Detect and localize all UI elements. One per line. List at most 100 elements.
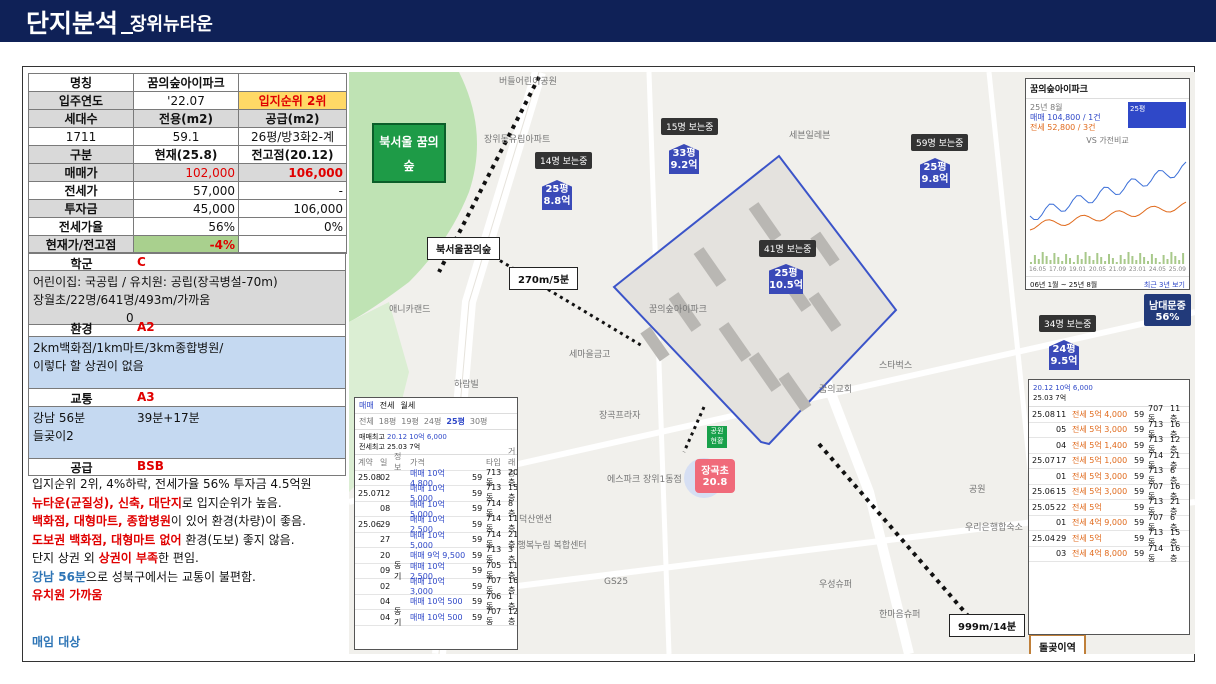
- inset-left-size[interactable]: 24평: [424, 416, 442, 427]
- school-marker[interactable]: 장곡초 20.8: [695, 459, 735, 493]
- inset-left-cell: 04: [380, 612, 391, 622]
- inset-left-cell: 02: [380, 473, 391, 483]
- inset-chart-footer-right[interactable]: 최근 3년 보기: [1144, 280, 1185, 289]
- inset-left-size[interactable]: 30평: [470, 416, 488, 427]
- inset-left-size[interactable]: 18평: [379, 416, 397, 427]
- marker-badge-2: 15명 보는중: [661, 118, 719, 135]
- inset-left-cell: 59: [472, 566, 483, 576]
- info-row: 전세가율 56% 0%: [28, 217, 347, 236]
- inset-left-cell: 59: [472, 550, 483, 560]
- inset-left-sizes[interactable]: 전체 18평 19평 24평 25평 30평: [355, 414, 517, 430]
- inset-left-tab[interactable]: 매매: [359, 400, 374, 411]
- inset-left-tabs[interactable]: 매매 전세 월세: [355, 398, 517, 414]
- inset-left-tab[interactable]: 전세: [380, 400, 395, 411]
- complex-boundary: [612, 154, 898, 446]
- inset-chart-title: 꿈의숲아이파크: [1026, 79, 1189, 99]
- traffic-body: 강남 56분 39분+17분 들곶이2: [28, 407, 346, 459]
- inset-left-size[interactable]: 25평: [446, 416, 465, 427]
- traffic-detail: 39분+17분: [137, 411, 200, 425]
- volume-bar: [1111, 258, 1114, 264]
- summary-text-2: 로 입지순위가 높음.: [181, 495, 282, 510]
- inset-left-size[interactable]: 전체: [359, 416, 374, 427]
- volume-bar: [1045, 256, 1048, 264]
- info-cell: 투자금: [28, 199, 134, 218]
- inset-right-cell: 59: [1134, 409, 1145, 419]
- volume-bar: [1072, 262, 1075, 264]
- inset-left-cell: 매매 10억 5,000: [410, 530, 445, 550]
- info-cell: 0%: [238, 217, 347, 236]
- park-gate-marker: 공원 현황: [707, 426, 727, 448]
- complex-info-table: 명칭 꿈의숲아이파크 입주연도 '22.07 입지순위 2위 세대수 전용(m2) 공급(m2…: [28, 73, 347, 254]
- inset-right-cell: 25.04: [1032, 533, 1055, 543]
- volume-bar: [1104, 261, 1107, 264]
- inset-right-row[interactable]: 03 전세 4억 8,000 59 714동 16층: [1029, 544, 1189, 563]
- inset-chart-filter[interactable]: 25평: [1128, 102, 1186, 128]
- info-row: 1711 59.1 26평/방3화2-계: [28, 127, 347, 146]
- info-cell: 106,000: [238, 163, 347, 182]
- environment-header: 환경 A2: [28, 318, 346, 337]
- map-place-label: 에스파크 장위1동점: [607, 475, 682, 485]
- inset-right-cell: 05: [1056, 425, 1067, 435]
- volume-bar: [1049, 260, 1052, 264]
- inset-left-cell: 매매 10억 500: [410, 612, 463, 622]
- info-cell: 1711: [28, 127, 134, 146]
- inset-right-cell: 25.08: [1032, 409, 1055, 419]
- page-header: 단지분석 장위뉴타운: [0, 0, 1216, 42]
- environment-label: 환경: [70, 322, 93, 336]
- park-area: [349, 72, 477, 322]
- marker-badge-5: 34명 보는중: [1039, 315, 1097, 332]
- school-marker-name: 장곡초: [701, 466, 729, 477]
- volume-bar: [1030, 262, 1032, 264]
- inset-left-row[interactable]: 04 동기 매매 10억 500 59 707동 12층: [355, 607, 518, 627]
- jeonse-transactions-inset: 20.12 10억 6,000 25.03 7억 25.08 11 전세 5억 4,…: [1028, 379, 1190, 635]
- volume-bar: [1131, 256, 1134, 264]
- info-row: 입주연도 '22.07 입지순위 2위: [28, 91, 347, 110]
- info-cell: 56%: [133, 217, 239, 236]
- volume-bar: [1154, 258, 1157, 264]
- info-cell: 45,000: [133, 199, 239, 218]
- summary-text-6: 으로 성북구에서는 교통이 불편함.: [86, 569, 256, 584]
- location-map[interactable]: 북서울 꿈의숲 북서울꿈의숲 270m/5분 999m/14분 돌곶이역 14명…: [349, 72, 1195, 654]
- info-row: 명칭 꿈의숲아이파크: [28, 73, 347, 92]
- marker-badge-4: 41명 보는중: [759, 240, 817, 257]
- station-name: 돌곶이역: [1029, 634, 1086, 654]
- traffic-station: 들곶이2: [33, 429, 74, 443]
- summary-highlight-4: 도보권 백화점, 대형마트 없어: [32, 532, 182, 547]
- inset-xaxis-tick: 20.05: [1088, 266, 1107, 273]
- volume-bar: [1115, 262, 1118, 264]
- map-place-label: GS25: [604, 577, 629, 587]
- inset-left-size[interactable]: 19평: [401, 416, 419, 427]
- summary-highlight-3: 백화점, 대형마트, 종합병원: [32, 514, 171, 528]
- inset-right-cell: 전세 5억: [1072, 533, 1102, 543]
- info-cell: 꿈의숲아이파크: [133, 73, 239, 92]
- environment-line-1: 2km백화점/1km마트/3km종합병원/: [33, 341, 224, 355]
- inset-right-cell: 04: [1056, 440, 1067, 450]
- inset-left-cell: 59: [472, 504, 483, 514]
- volume-bar: [1170, 252, 1173, 264]
- volume-bar: [1158, 262, 1161, 264]
- inset-right-cell: 전세 5억 1,000: [1072, 456, 1128, 466]
- inset-left-cell: 02: [380, 581, 391, 591]
- inset-right-cell: 전세 5억 1,400: [1072, 440, 1128, 450]
- inset-left-recent-label: 전세최고: [359, 443, 385, 451]
- info-cell: 59.1: [133, 127, 239, 146]
- inset-left-cell: 12층: [508, 607, 518, 627]
- inset-left-cell: 매매 10억 500: [410, 597, 463, 607]
- jeonse-series-line: [1029, 201, 1187, 231]
- volume-bar: [1135, 260, 1138, 264]
- inset-left-tab[interactable]: 월세: [400, 400, 415, 411]
- marker-price-1: 8.8억: [543, 196, 571, 207]
- info-row: 전세가 57,000-: [28, 181, 347, 200]
- inset-chart-legend: VS 가전비교: [1086, 136, 1129, 145]
- info-cell: '22.07: [133, 91, 239, 110]
- volume-bar: [1143, 257, 1146, 264]
- map-place-label: 꿈의교회: [819, 385, 853, 395]
- inset-right-cell: 59: [1134, 502, 1145, 512]
- inset-right-cell: 59: [1134, 471, 1145, 481]
- info-cell: -: [238, 181, 347, 200]
- volume-bar: [1100, 257, 1103, 264]
- summary-text-4: 환경(도보) 좋지 않음.: [181, 532, 295, 547]
- inset-right-cell: 전세 5억: [1072, 502, 1102, 512]
- volume-bar: [1069, 258, 1071, 264]
- traffic-label: 교통: [70, 392, 93, 406]
